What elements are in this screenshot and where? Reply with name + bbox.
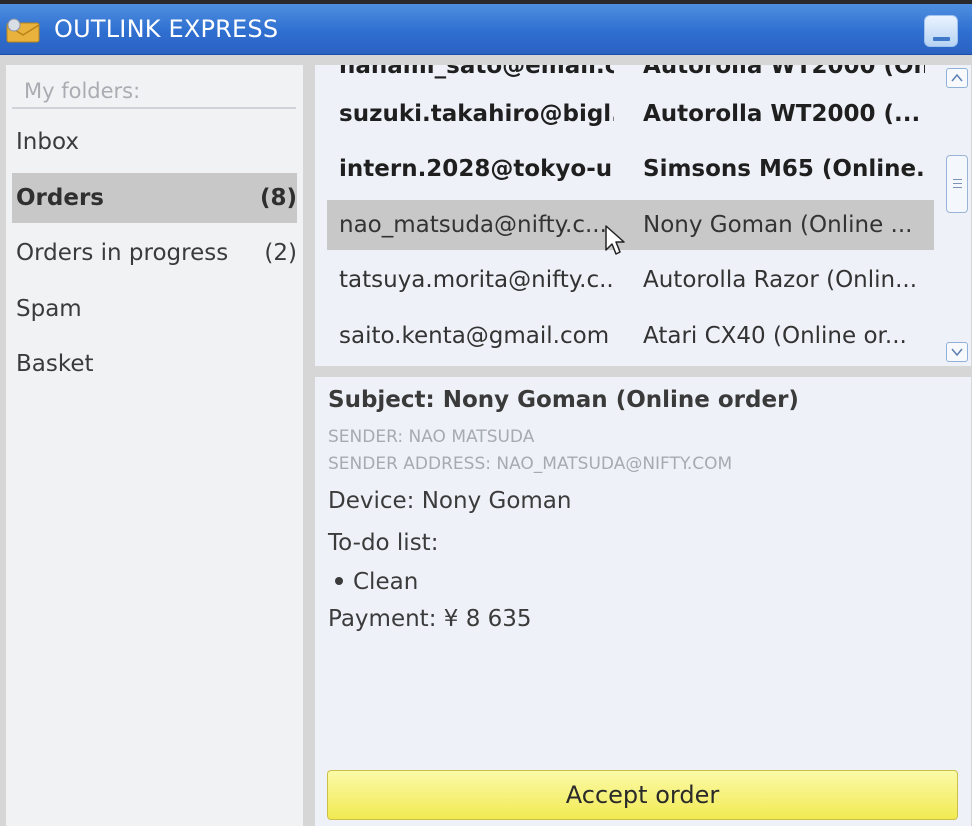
grip-line — [953, 179, 962, 180]
preview-todo-label: To-do list: — [328, 530, 439, 556]
message-row[interactable]: saito.kenta@gmail.com Atari CX40 (Online… — [327, 311, 934, 361]
envelope-icon — [6, 18, 40, 43]
chevron-down-icon — [951, 348, 963, 357]
message-sender: nao_matsuda@nifty.c... — [339, 212, 607, 238]
folder-label: Orders in progress — [16, 240, 229, 266]
preview-sender: SENDER: NAO MATSUDA — [328, 427, 535, 447]
folder-basket[interactable]: Basket — [12, 339, 297, 389]
message-sender: nanami_sato@email.com — [339, 65, 614, 79]
folder-label: Inbox — [16, 129, 79, 155]
message-subject: Autorolla WT2000 (Online order) — [643, 65, 925, 79]
message-sender: suzuki.takahiro@bigl... — [339, 101, 614, 127]
bullet-icon — [335, 576, 343, 585]
message-row[interactable]: intern.2028@tokyo-u... Simsons M65 (Onli… — [327, 144, 934, 194]
title-bar: OUTLINK EXPRESS — [0, 4, 972, 55]
message-row[interactable]: nanami_sato@email.com Autorolla WT2000 (… — [327, 65, 934, 91]
folder-orders-in-progress[interactable]: Orders in progress (2) — [12, 228, 297, 278]
minimize-icon — [933, 37, 950, 41]
folder-spam[interactable]: Spam — [12, 284, 297, 334]
message-row-selected[interactable]: nao_matsuda@nifty.c... Nony Goman (Onlin… — [327, 200, 934, 250]
scroll-up-button[interactable] — [946, 68, 968, 88]
folder-sidebar: My folders: Inbox Orders (8) Orders in p… — [6, 65, 303, 826]
message-sender: saito.kenta@gmail.com — [339, 323, 610, 349]
preview-payment: Payment: ¥ 8 635 — [328, 606, 532, 632]
minimize-button[interactable] — [924, 15, 958, 47]
folders-header: My folders: — [12, 77, 296, 109]
message-subject: Autorolla WT2000 (... — [643, 101, 921, 127]
preview-device: Device: Nony Goman — [328, 488, 572, 514]
todo-item-label: Clean — [353, 569, 419, 595]
message-preview: Subject: Nony Goman (Online order) SENDE… — [315, 377, 971, 826]
todo-item: Clean — [335, 569, 418, 595]
folder-inbox[interactable]: Inbox — [12, 117, 297, 167]
message-row[interactable]: suzuki.takahiro@bigl... Autorolla WT2000… — [327, 89, 934, 139]
folder-orders[interactable]: Orders (8) — [12, 173, 297, 223]
chevron-up-icon — [951, 73, 963, 82]
message-sender: intern.2028@tokyo-u... — [339, 156, 614, 182]
message-subject: Simsons M65 (Online... — [643, 156, 925, 182]
scrollbar-thumb[interactable] — [946, 155, 968, 213]
folder-label: Spam — [16, 296, 82, 322]
message-subject: Atari CX40 (Online or... — [643, 323, 907, 349]
scroll-down-button[interactable] — [946, 342, 968, 362]
folder-label: Orders — [16, 185, 104, 211]
preview-sender-address: SENDER ADDRESS: NAO_MATSUDA@NIFTY.COM — [328, 454, 733, 474]
grip-line — [953, 187, 962, 188]
grip-line — [953, 183, 962, 184]
folder-count: (8) — [259, 185, 297, 211]
message-sender: tatsuya.morita@nifty.c... — [339, 267, 614, 293]
accept-order-button[interactable]: Accept order — [327, 770, 958, 820]
preview-subject: Subject: Nony Goman (Online order) — [328, 387, 799, 413]
folder-label: Basket — [16, 351, 94, 377]
message-subject: Nony Goman (Online ... — [643, 212, 913, 238]
mouse-cursor-icon — [605, 225, 625, 255]
message-list: nanami_sato@email.com Autorolla WT2000 (… — [315, 65, 971, 366]
message-row[interactable]: tatsuya.morita@nifty.c... Autorolla Razo… — [327, 255, 934, 305]
window-title: OUTLINK EXPRESS — [54, 15, 279, 43]
message-subject: Autorolla Razor (Onlin... — [643, 267, 918, 293]
folder-count: (2) — [264, 240, 297, 266]
